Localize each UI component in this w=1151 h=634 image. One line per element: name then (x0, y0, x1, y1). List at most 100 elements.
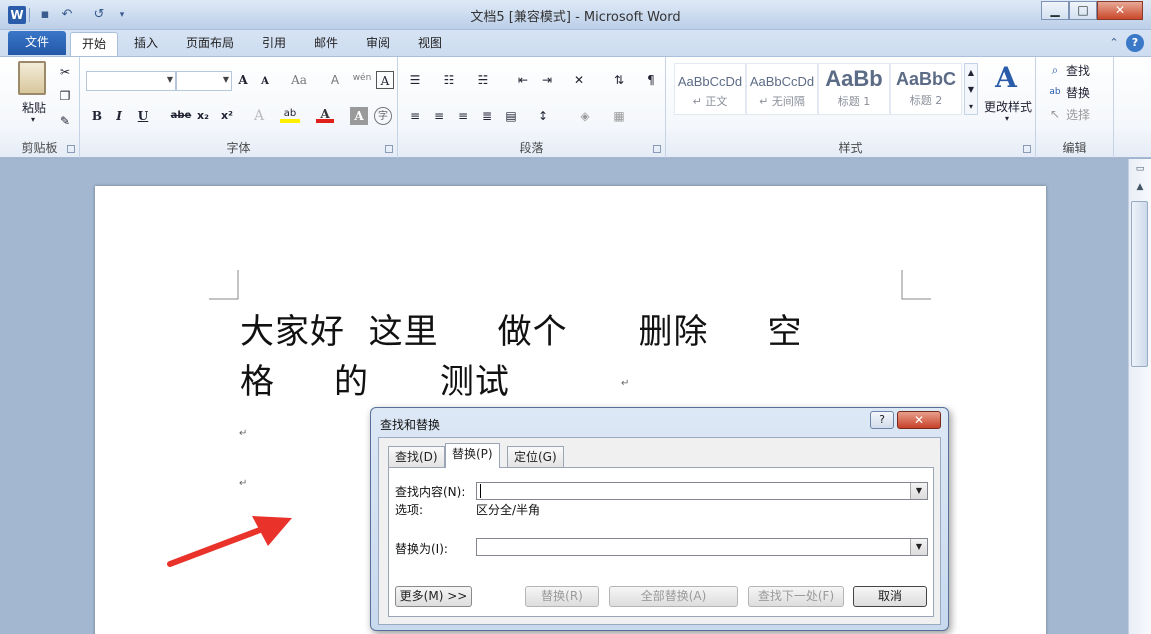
paste-button[interactable]: 粘贴 (14, 99, 54, 116)
phonetic-guide-button[interactable]: wén (350, 69, 374, 87)
replace-with-input[interactable]: ▼ (476, 538, 928, 556)
clipboard-launcher-icon[interactable] (67, 145, 75, 153)
replace-all-button[interactable]: 全部替换(A) (609, 586, 738, 607)
tab-mailings[interactable]: 邮件 (304, 32, 348, 56)
font-group: ▼ ▼ A A Aa A wén A B I U abe x₂ x² A ab … (80, 57, 398, 158)
italic-button[interactable]: I (110, 107, 128, 125)
increase-indent-icon[interactable]: ⇥ (538, 71, 556, 89)
paste-icon[interactable] (18, 61, 46, 95)
collapse-ribbon-icon[interactable]: ⌃ (1105, 34, 1123, 52)
tab-find[interactable]: 查找(D) (388, 446, 445, 467)
tab-insert[interactable]: 插入 (124, 32, 168, 56)
style-heading-1-name: 标题 1 (837, 95, 871, 108)
help-icon[interactable]: ? (1126, 34, 1144, 52)
styles-group: AaBbCcDd ↵ 正文 AaBbCcDd ↵ 无间隔 AaBb 标题 1 A… (666, 57, 1036, 158)
replace-dropdown-icon[interactable]: ▼ (910, 539, 927, 555)
document-text-line-2[interactable]: 格 的 测试 (240, 354, 510, 403)
ruler-toggle-icon[interactable]: ▭ (1132, 161, 1148, 177)
find-dropdown-icon[interactable]: ▼ (910, 483, 927, 499)
align-center-icon[interactable]: ≡ (430, 107, 448, 125)
tab-review[interactable]: 审阅 (356, 32, 400, 56)
bold-button[interactable]: B (88, 107, 106, 125)
shrink-font-button[interactable]: A (256, 73, 274, 91)
superscript-button[interactable]: x² (218, 107, 236, 125)
change-case-button[interactable]: Aa (286, 71, 312, 89)
copy-icon[interactable]: ❐ (56, 87, 74, 105)
find-what-label: 查找内容(N): (395, 485, 466, 499)
maximize-button[interactable]: □ (1069, 1, 1097, 20)
format-painter-icon[interactable]: ✎ (56, 112, 74, 130)
dialog-help-button[interactable]: ? (870, 411, 894, 429)
shading-icon[interactable]: ◈ (576, 107, 594, 125)
find-icon[interactable]: ⌕ (1046, 61, 1064, 79)
options-label: 选项: (395, 503, 424, 517)
tab-replace[interactable]: 替换(P) (445, 443, 500, 468)
style-heading-2-name: 标题 2 (909, 94, 943, 107)
borders-icon[interactable]: ▦ (610, 107, 628, 125)
align-left-icon[interactable]: ≡ (406, 107, 424, 125)
replace-icon[interactable]: ab (1046, 83, 1064, 101)
minimize-button[interactable]: ▁ (1041, 1, 1069, 20)
font-size-combo[interactable]: ▼ (176, 71, 232, 91)
find-what-input[interactable]: ▼ (476, 482, 928, 500)
paragraph-launcher-icon[interactable] (653, 145, 661, 153)
tab-file[interactable]: 文件 (8, 31, 66, 55)
clear-format-button[interactable]: A (326, 71, 344, 89)
change-styles-icon[interactable]: A (988, 61, 1024, 94)
paste-dropdown-icon[interactable]: ▾ (26, 115, 40, 124)
editing-group: ⌕ 查找 ab 替换 ↖ 选择 编辑 (1036, 57, 1114, 158)
tab-goto[interactable]: 定位(G) (507, 446, 564, 467)
font-name-combo[interactable]: ▼ (86, 71, 176, 91)
character-shading-button[interactable]: A (350, 107, 368, 125)
styles-scroll-icon[interactable]: ▲ ▼ ▾ (964, 63, 978, 115)
font-color-button[interactable]: A (316, 105, 334, 123)
distributed-icon[interactable]: ▤ (502, 107, 520, 125)
font-launcher-icon[interactable] (385, 145, 393, 153)
cut-icon[interactable]: ✂ (56, 63, 74, 81)
grow-font-button[interactable]: A (234, 71, 252, 89)
close-button[interactable]: ✕ (1097, 1, 1143, 20)
find-next-button[interactable]: 查找下一处(F) (748, 586, 844, 607)
tab-references[interactable]: 引用 (252, 32, 296, 56)
bullets-icon[interactable]: ☰ (406, 71, 424, 89)
align-right-icon[interactable]: ≡ (454, 107, 472, 125)
justify-icon[interactable]: ≣ (478, 107, 496, 125)
show-marks-icon[interactable]: ¶ (642, 71, 660, 89)
scroll-thumb[interactable] (1131, 201, 1148, 367)
select-button[interactable]: 选择 (1066, 106, 1090, 123)
style-heading-2[interactable]: AaBbC 标题 2 (890, 63, 962, 115)
character-border-button[interactable]: A (376, 71, 394, 89)
strikethrough-button[interactable]: abe (170, 107, 192, 125)
document-text-line-1[interactable]: 大家好 这里 做个 删除 空 (240, 304, 803, 353)
tab-view[interactable]: 视图 (408, 32, 452, 56)
find-button[interactable]: 查找 (1066, 62, 1090, 79)
annotation-arrow (167, 516, 292, 567)
underline-button[interactable]: U (134, 107, 152, 125)
numbering-icon[interactable]: ☷ (440, 71, 458, 89)
style-heading-1[interactable]: AaBb 标题 1 (818, 63, 890, 115)
cancel-button[interactable]: 取消 (853, 586, 927, 607)
change-styles-dropdown-icon[interactable]: ▾ (1000, 114, 1014, 123)
more-button[interactable]: 更多(M) >> (395, 586, 472, 607)
change-styles-button[interactable]: 更改样式 (982, 98, 1034, 115)
sort-icon[interactable]: ⇅ (610, 71, 628, 89)
select-icon[interactable]: ↖ (1046, 105, 1064, 123)
scroll-up-icon[interactable]: ▲ (1132, 179, 1148, 195)
enclose-characters-button[interactable]: 字 (374, 107, 392, 125)
style-normal[interactable]: AaBbCcDd ↵ 正文 (674, 63, 746, 115)
multilevel-list-icon[interactable]: ☵ (474, 71, 492, 89)
text-direction-icon[interactable]: ✕ (570, 71, 588, 89)
tab-home[interactable]: 开始 (70, 32, 118, 56)
text-effects-button[interactable]: A (250, 107, 268, 125)
highlight-button[interactable]: ab (280, 105, 300, 123)
subscript-button[interactable]: x₂ (194, 107, 212, 125)
tab-page-layout[interactable]: 页面布局 (178, 32, 242, 56)
vertical-scrollbar[interactable]: ▭ ▲ (1128, 159, 1151, 634)
styles-launcher-icon[interactable] (1023, 145, 1031, 153)
decrease-indent-icon[interactable]: ⇤ (514, 71, 532, 89)
line-spacing-icon[interactable]: ↕ (534, 107, 552, 125)
replace-button[interactable]: 替换(R) (525, 586, 599, 607)
replace-button[interactable]: 替换 (1066, 84, 1090, 101)
dialog-close-button[interactable]: ✕ (897, 411, 941, 429)
style-no-spacing[interactable]: AaBbCcDd ↵ 无间隔 (746, 63, 818, 115)
